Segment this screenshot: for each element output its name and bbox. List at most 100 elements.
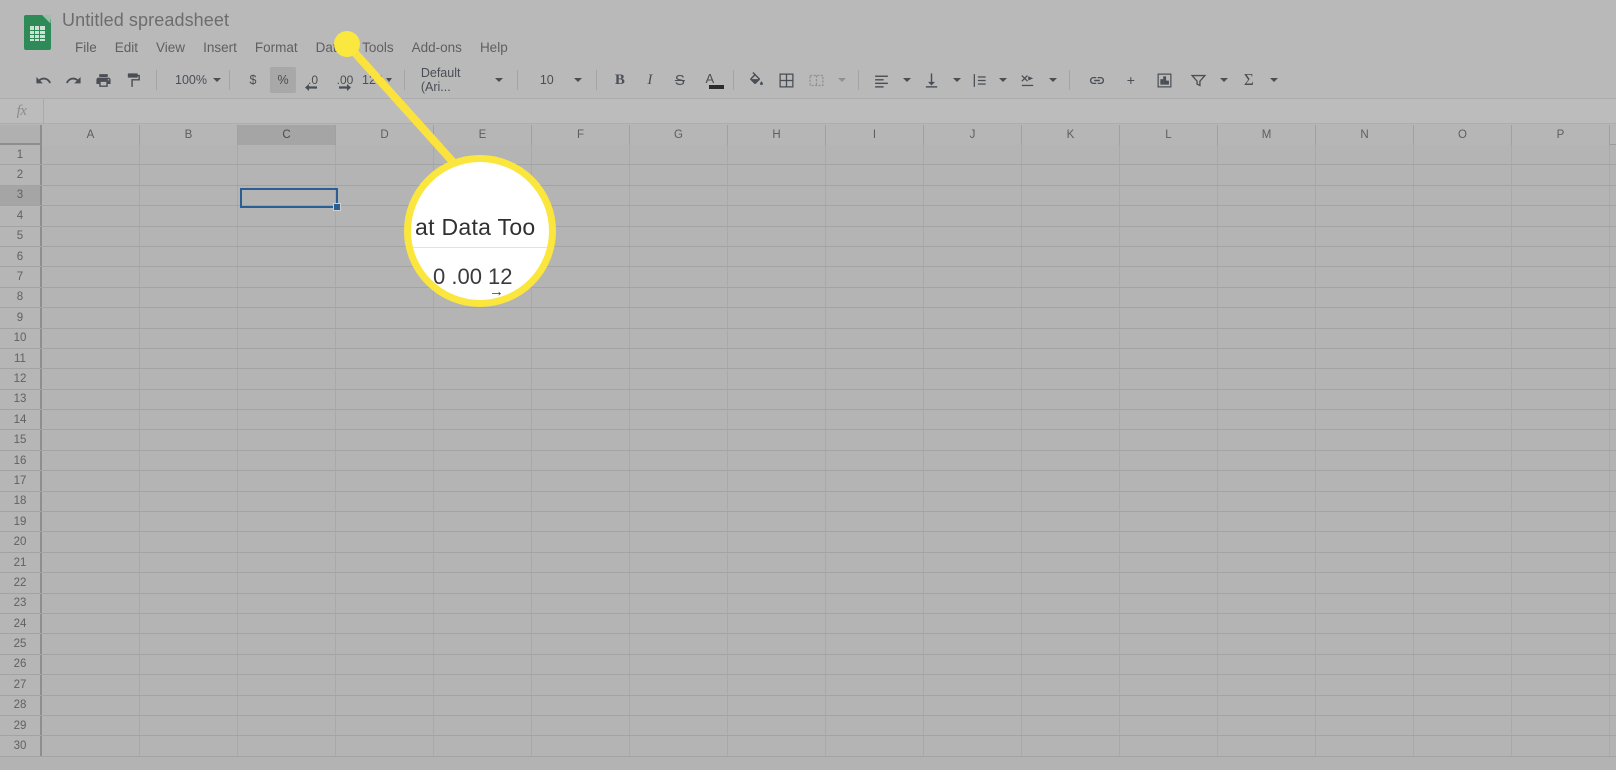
- cell-I3[interactable]: [826, 185, 924, 206]
- cell-O25[interactable]: [1414, 634, 1512, 654]
- cell-D20[interactable]: [336, 532, 434, 552]
- cell-F17[interactable]: [532, 471, 630, 491]
- horizontal-align-icon[interactable]: [869, 67, 895, 93]
- cell-C21[interactable]: [238, 552, 336, 573]
- cell-N13[interactable]: [1316, 389, 1414, 410]
- cell-J10[interactable]: [924, 328, 1022, 348]
- cell-I27[interactable]: [826, 675, 924, 695]
- cell-M4[interactable]: [1218, 206, 1316, 226]
- cell-E25[interactable]: [434, 634, 532, 654]
- cell-O6[interactable]: [1414, 246, 1512, 267]
- cell-K3[interactable]: [1022, 185, 1120, 206]
- cell-C6[interactable]: [238, 246, 336, 267]
- cell-I18[interactable]: [826, 491, 924, 512]
- cell-D15[interactable]: [336, 430, 434, 450]
- cell-B19[interactable]: [140, 512, 238, 532]
- cell-B21[interactable]: [140, 552, 238, 573]
- cell-E20[interactable]: [434, 532, 532, 552]
- cell-F28[interactable]: [532, 695, 630, 715]
- cell-F19[interactable]: [532, 512, 630, 532]
- cell-P5[interactable]: [1512, 226, 1610, 246]
- cell-J14[interactable]: [924, 410, 1022, 430]
- cell-M27[interactable]: [1218, 675, 1316, 695]
- cell-A3[interactable]: [42, 185, 140, 206]
- cell-D25[interactable]: [336, 634, 434, 654]
- cell-A27[interactable]: [42, 675, 140, 695]
- font-size-dropdown[interactable]: 10: [526, 67, 588, 93]
- cell-A25[interactable]: [42, 634, 140, 654]
- cell-F9[interactable]: [532, 308, 630, 328]
- row-header-4[interactable]: 4: [0, 206, 42, 226]
- cell-I30[interactable]: [826, 736, 924, 756]
- cell-C16[interactable]: [238, 450, 336, 471]
- cell-D28[interactable]: [336, 695, 434, 715]
- cell-O19[interactable]: [1414, 512, 1512, 532]
- cell-A13[interactable]: [42, 389, 140, 410]
- cell-J24[interactable]: [924, 613, 1022, 634]
- row-header-27[interactable]: 27: [0, 675, 42, 695]
- cell-E17[interactable]: [434, 471, 532, 491]
- cell-H4[interactable]: [728, 206, 826, 226]
- merge-cells-icon[interactable]: [804, 67, 830, 93]
- cell-I2[interactable]: [826, 165, 924, 185]
- row-header-25[interactable]: 25: [0, 634, 42, 654]
- cell-I26[interactable]: [826, 654, 924, 675]
- fill-color-icon[interactable]: [744, 67, 770, 93]
- cell-N24[interactable]: [1316, 613, 1414, 634]
- cell-C8[interactable]: [238, 287, 336, 308]
- cell-L5[interactable]: [1120, 226, 1218, 246]
- cell-L23[interactable]: [1120, 593, 1218, 613]
- cell-F6[interactable]: [532, 246, 630, 267]
- cell-G30[interactable]: [630, 736, 728, 756]
- cell-A5[interactable]: [42, 226, 140, 246]
- cell-C15[interactable]: [238, 430, 336, 450]
- cell-O17[interactable]: [1414, 471, 1512, 491]
- vertical-align-icon[interactable]: [919, 67, 945, 93]
- cell-B2[interactable]: [140, 165, 238, 185]
- cell-P30[interactable]: [1512, 736, 1610, 756]
- row-header-26[interactable]: 26: [0, 654, 42, 675]
- cell-C27[interactable]: [238, 675, 336, 695]
- cell-E22[interactable]: [434, 573, 532, 593]
- row-header-10[interactable]: 10: [0, 328, 42, 348]
- cell-L13[interactable]: [1120, 389, 1218, 410]
- cell-E23[interactable]: [434, 593, 532, 613]
- cell-L19[interactable]: [1120, 512, 1218, 532]
- cell-M23[interactable]: [1218, 593, 1316, 613]
- cell-I8[interactable]: [826, 287, 924, 308]
- cell-K6[interactable]: [1022, 246, 1120, 267]
- cell-P22[interactable]: [1512, 573, 1610, 593]
- cell-O7[interactable]: [1414, 267, 1512, 287]
- cell-I24[interactable]: [826, 613, 924, 634]
- cell-H12[interactable]: [728, 369, 826, 389]
- cell-B13[interactable]: [140, 389, 238, 410]
- cell-E19[interactable]: [434, 512, 532, 532]
- cell-K29[interactable]: [1022, 715, 1120, 736]
- cell-H18[interactable]: [728, 491, 826, 512]
- cell-D5[interactable]: [336, 226, 434, 246]
- cell-B14[interactable]: [140, 410, 238, 430]
- cell-J26[interactable]: [924, 654, 1022, 675]
- cell-G8[interactable]: [630, 287, 728, 308]
- cell-J15[interactable]: [924, 430, 1022, 450]
- cell-F13[interactable]: [532, 389, 630, 410]
- cell-C19[interactable]: [238, 512, 336, 532]
- cell-B4[interactable]: [140, 206, 238, 226]
- cell-H29[interactable]: [728, 715, 826, 736]
- cell-K2[interactable]: [1022, 165, 1120, 185]
- cell-B9[interactable]: [140, 308, 238, 328]
- cell-A22[interactable]: [42, 573, 140, 593]
- cell-E27[interactable]: [434, 675, 532, 695]
- cell-L3[interactable]: [1120, 185, 1218, 206]
- cell-D16[interactable]: [336, 450, 434, 471]
- cell-K19[interactable]: [1022, 512, 1120, 532]
- cell-D30[interactable]: [336, 736, 434, 756]
- cell-H21[interactable]: [728, 552, 826, 573]
- cell-C12[interactable]: [238, 369, 336, 389]
- cell-P8[interactable]: [1512, 287, 1610, 308]
- cell-O30[interactable]: [1414, 736, 1512, 756]
- row-header-5[interactable]: 5: [0, 226, 42, 246]
- cell-M29[interactable]: [1218, 715, 1316, 736]
- cell-D2[interactable]: [336, 165, 434, 185]
- cell-H9[interactable]: [728, 308, 826, 328]
